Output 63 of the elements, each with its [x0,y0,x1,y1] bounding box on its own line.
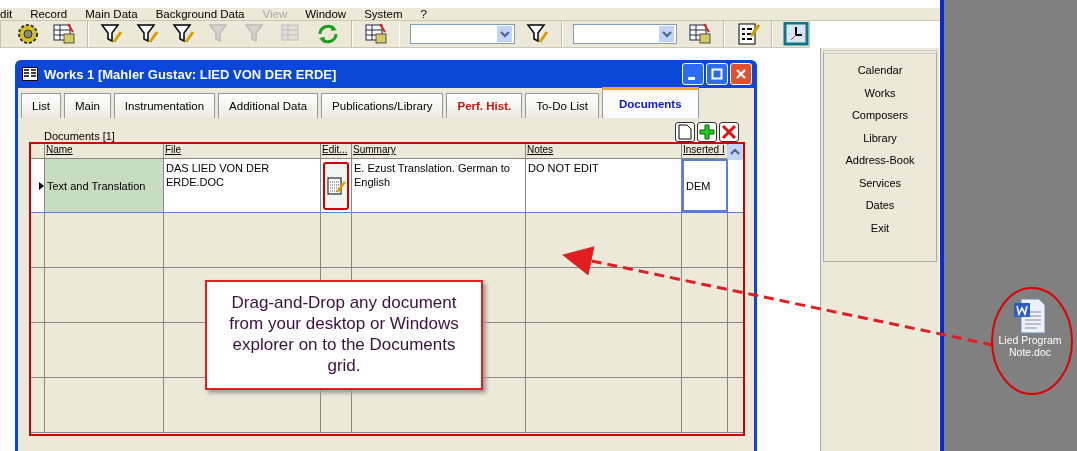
menu-item[interactable]: Main Data [76,8,147,20]
window-icon [22,67,38,81]
navigation-item[interactable]: Works [864,86,896,99]
callout-text: Drag-and-Drop any document from your desktop or Windows explorer on to the Documents grid. [205,280,483,390]
dropdown-field[interactable] [410,24,515,44]
new-document-button[interactable] [675,122,695,142]
edit-document-button[interactable] [323,161,349,210]
tab[interactable]: Perf. Hist. [446,93,523,118]
table-cell: DAS LIED VON DER ERDE.DOC [164,159,321,212]
column-header[interactable]: Notes [526,144,682,158]
minimize-button[interactable] [682,63,704,85]
gear-icon[interactable] [15,22,41,46]
plus-icon [699,124,715,140]
maximize-icon [711,68,723,80]
table-icon[interactable] [362,22,389,46]
menu-item[interactable]: Background Data [146,8,254,20]
close-icon [735,68,747,80]
navigation-item[interactable]: Calendar [857,64,903,76]
tab[interactable]: Main [63,93,111,118]
dropdown-field[interactable] [572,24,678,44]
tab[interactable]: Instrumentation [113,93,216,118]
checklist-icon[interactable] [735,22,762,46]
table-cell: E. Ezust Translation. German to English [352,159,526,212]
tab[interactable]: Additional Data [218,93,319,118]
clock-icon[interactable] [783,22,810,46]
column-header[interactable]: Summary [352,144,526,158]
navigation-item[interactable]: Dates [865,199,895,211]
tab[interactable]: To-Do List [525,93,599,118]
minimize-icon [687,76,695,80]
scroll-up-button[interactable] [727,144,743,160]
tab[interactable]: Documents [601,87,699,118]
add-button[interactable] [697,122,717,142]
document-icon [1013,298,1047,334]
table-cell: DEM [682,159,728,212]
menu-item[interactable]: Record [21,8,77,20]
tab[interactable]: List [21,93,61,118]
close-icon [721,124,737,140]
navigation-item[interactable]: Services [858,176,902,189]
group-title: Documents [1] [42,130,117,142]
document-pencil-icon [326,174,346,197]
column-header[interactable]: Name [45,144,164,158]
desktop-icon-label[interactable]: Lied Program Note.doc [994,334,1066,358]
delete-button[interactable] [719,122,739,142]
table-cell: Text and Translation [45,159,164,212]
caret-icon [661,30,672,38]
navigation-item[interactable]: Address-Book [845,154,915,166]
menu-item[interactable]: System [355,8,412,20]
menu-item[interactable]: dit [0,8,22,20]
navigation-item[interactable]: Exit [870,221,890,234]
table-icon[interactable] [687,22,714,46]
navigation-item[interactable]: Library [863,131,897,144]
table-icon[interactable] [51,22,77,46]
menu-item[interactable]: ? [411,8,436,20]
maximize-button[interactable] [706,63,728,85]
column-header[interactable]: File [164,144,321,158]
close-button[interactable] [730,63,752,85]
caret-icon [499,30,510,38]
page-icon [678,124,692,140]
window-title: Works 1 [Mahler Gustav: LIED VON DER ERDE] [44,66,338,82]
column-header[interactable]: Edit... [321,144,352,158]
navigation-item[interactable]: Composers [851,109,909,121]
tab[interactable]: Publications/Library [321,93,444,118]
menu-item[interactable]: Window [296,8,356,20]
